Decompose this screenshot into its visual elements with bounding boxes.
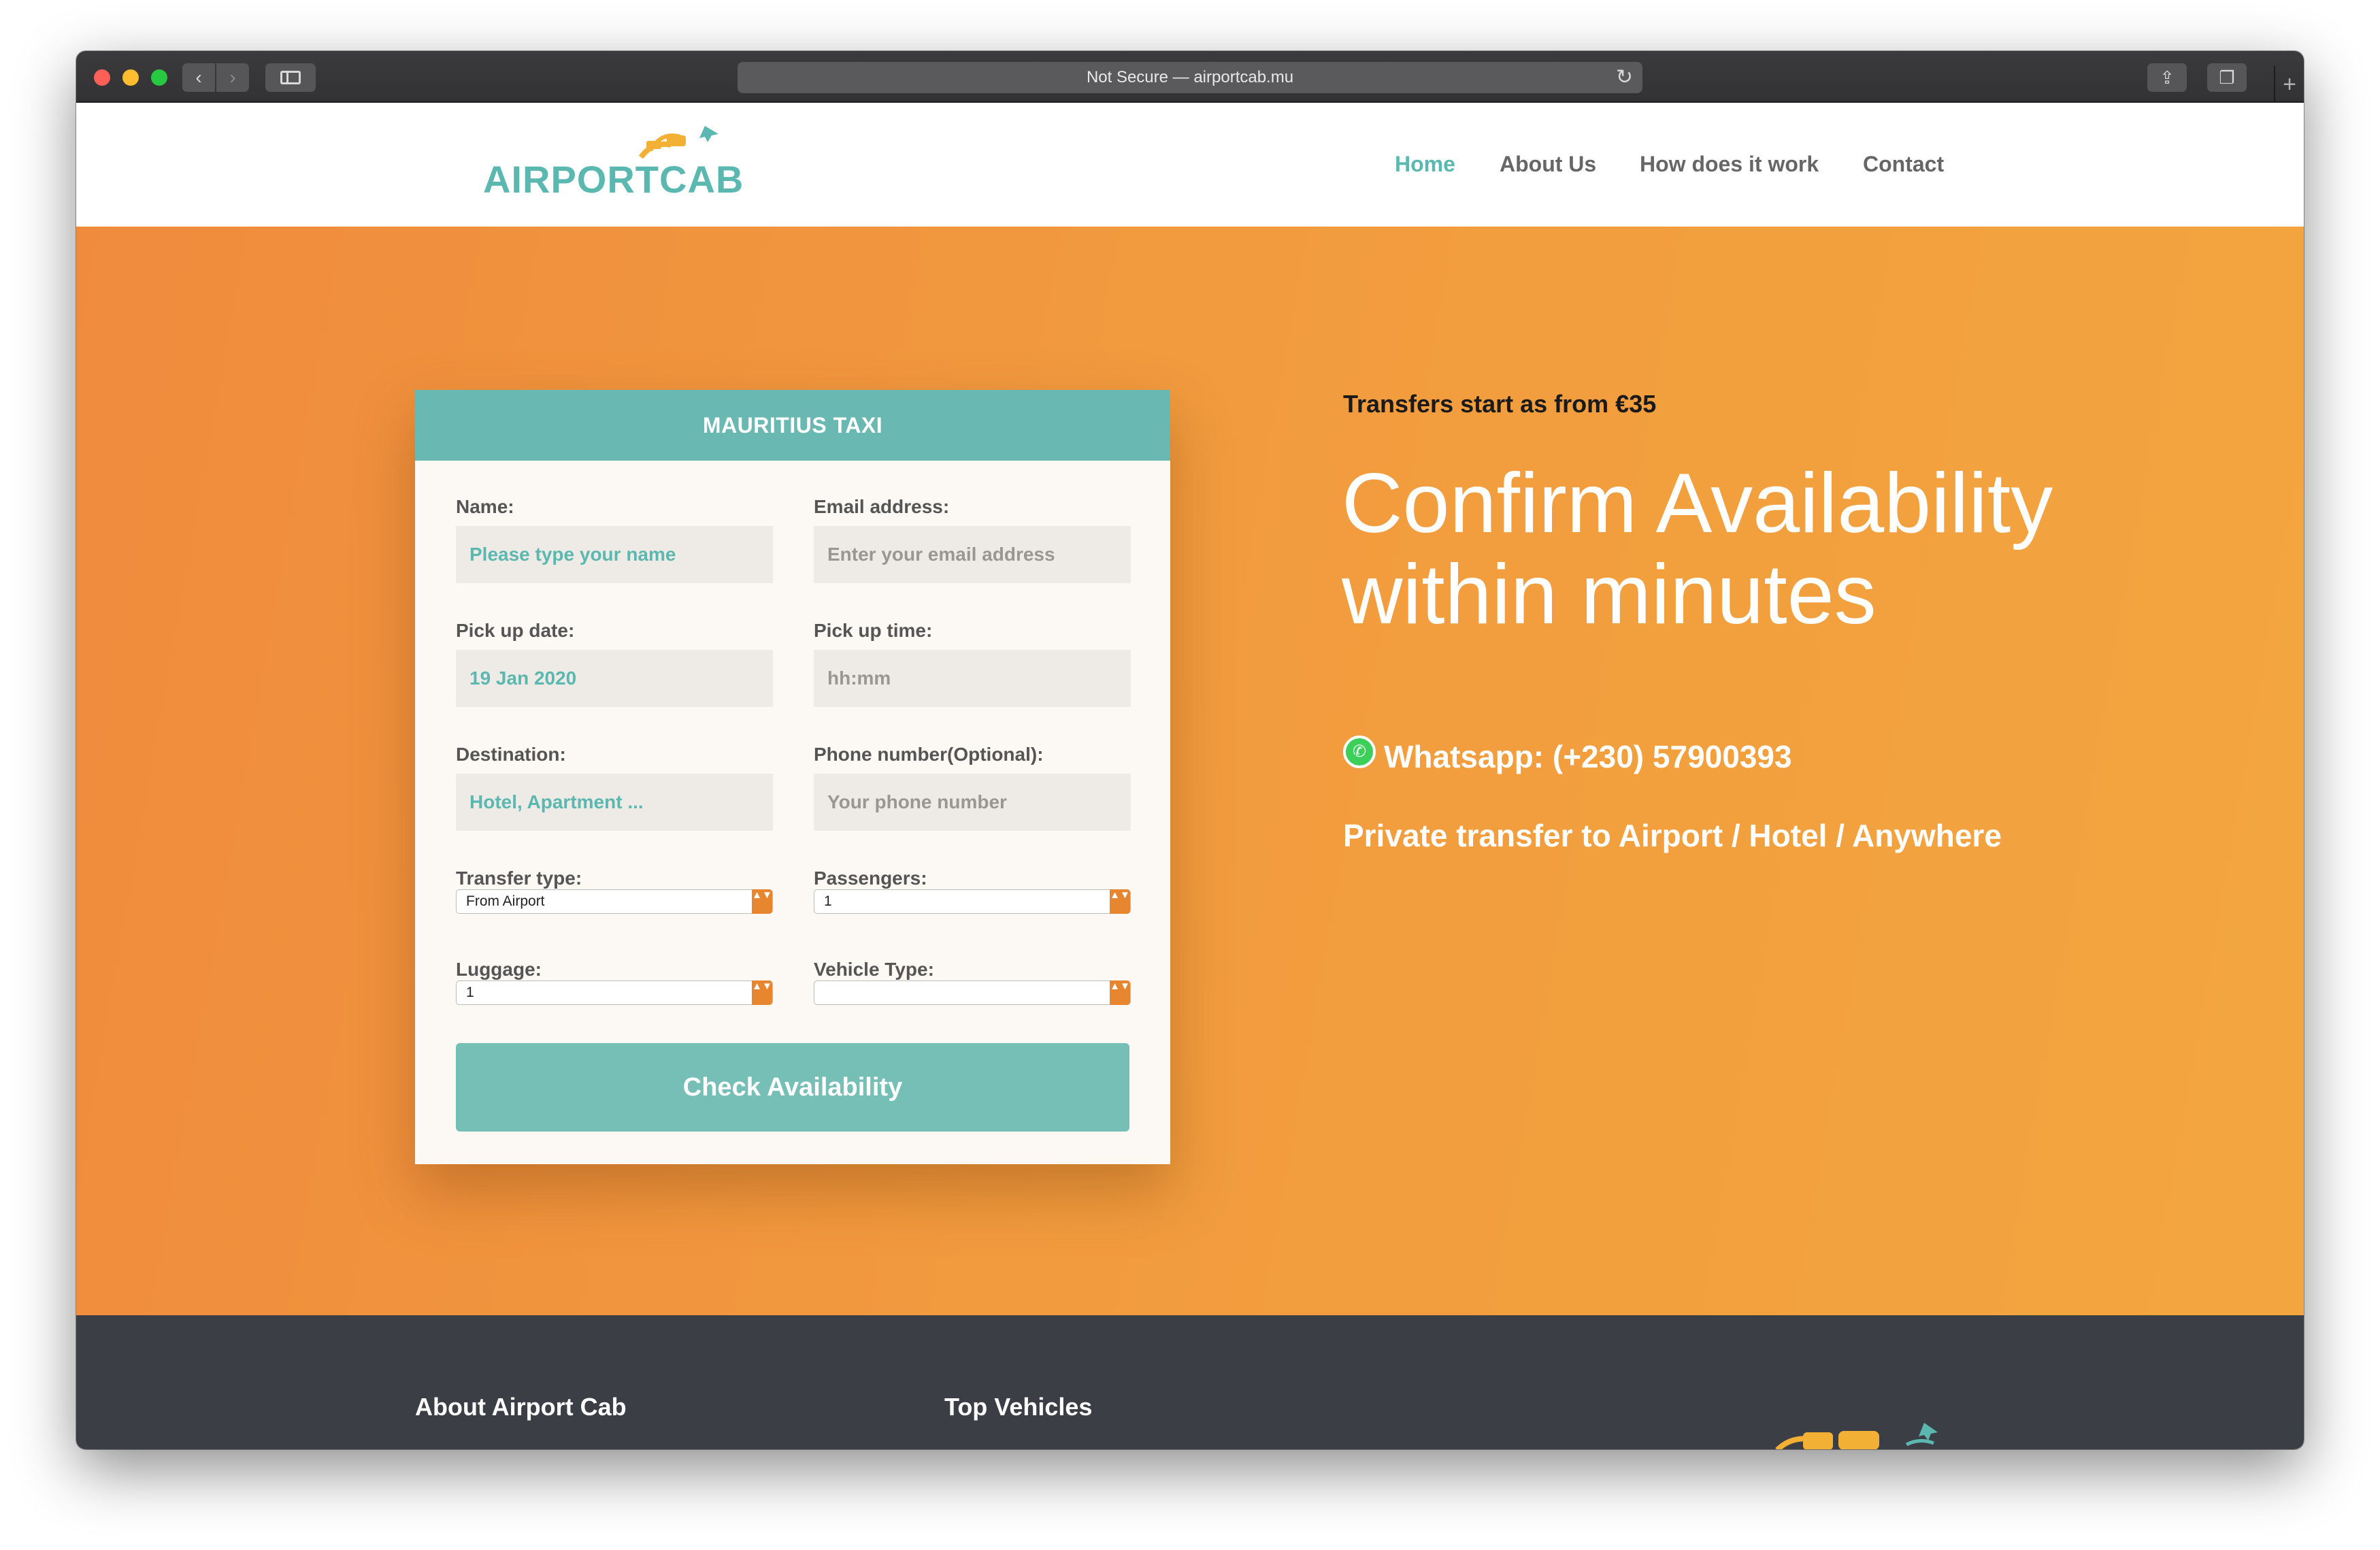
passengers-label: Passengers: xyxy=(814,868,927,889)
hero-tagline: Private transfer to Airport / Hotel / An… xyxy=(1343,818,2002,853)
transfer-type-label: Transfer type: xyxy=(456,868,582,889)
footer-logo-icon xyxy=(1775,1423,1938,1449)
price-promo: Transfers start as from €35 xyxy=(1343,390,1657,418)
close-window-button[interactable] xyxy=(94,69,110,86)
reload-icon[interactable]: ↻ xyxy=(1616,62,1633,93)
whatsapp-number: Whatsapp: (+230) 57900393 xyxy=(1384,739,1792,774)
site-logo[interactable]: AIRPORTCAB xyxy=(483,122,743,210)
url-text: Not Secure — airportcab.mu xyxy=(1086,68,1294,86)
pickup-date-label: Pick up date: xyxy=(456,620,575,641)
luggage-value: 1 xyxy=(466,985,474,1000)
sidebar-toggle-button[interactable] xyxy=(265,63,316,92)
passengers-value: 1 xyxy=(824,893,832,909)
pickup-time-label: Pick up time: xyxy=(814,620,933,641)
logo-wordmark: AIRPORTCAB xyxy=(483,158,744,201)
address-bar[interactable]: Not Secure — airportcab.mu ↻ xyxy=(738,62,1642,93)
web-page: AIRPORTCAB Home About Us How does it wor… xyxy=(76,104,2304,1449)
pickup-time-input[interactable] xyxy=(814,650,1131,707)
name-input[interactable] xyxy=(456,526,773,583)
site-footer: About Airport Cab Top Vehicles xyxy=(76,1315,2304,1449)
name-label: Name: xyxy=(456,496,514,517)
select-arrows-icon: ▲▼ xyxy=(1110,889,1130,914)
hero-section: MAURITIUS TAXI Name: Email address: Pick… xyxy=(76,227,2304,1315)
nav-how-it-works[interactable]: How does it work xyxy=(1640,152,1819,177)
show-tabs-button[interactable]: ❐ xyxy=(2207,63,2247,92)
passengers-select[interactable]: 1 ▲▼ xyxy=(814,889,1131,914)
whatsapp-icon: ✆ xyxy=(1343,736,1376,768)
new-tab-button[interactable]: + xyxy=(2274,66,2304,103)
email-label: Email address: xyxy=(814,496,950,517)
share-button[interactable]: ⇪ xyxy=(2147,63,2187,92)
back-button[interactable]: ‹ xyxy=(182,63,215,92)
luggage-label: Luggage: xyxy=(456,959,542,980)
browser-window: ‹ › Not Secure — airportcab.mu ↻ ⇪ ❐ + A… xyxy=(76,51,2304,1449)
destination-input[interactable] xyxy=(456,774,773,831)
hero-headline: Confirm Availability within minutes xyxy=(1342,457,2053,642)
select-arrows-icon: ▲▼ xyxy=(752,980,772,1005)
pickup-date-input[interactable] xyxy=(456,650,773,707)
vehicle-type-select[interactable]: ▲▼ xyxy=(814,980,1131,1005)
transfer-type-value: From Airport xyxy=(466,893,545,909)
phone-input[interactable] xyxy=(814,774,1131,831)
footer-about-heading: About Airport Cab xyxy=(415,1393,627,1421)
forward-button[interactable]: › xyxy=(216,63,249,92)
check-availability-button[interactable]: Check Availability xyxy=(456,1043,1129,1132)
booking-form: MAURITIUS TAXI Name: Email address: Pick… xyxy=(415,390,1170,1164)
form-title: MAURITIUS TAXI xyxy=(415,390,1170,461)
luggage-select[interactable]: 1 ▲▼ xyxy=(456,980,773,1005)
footer-vehicles-heading: Top Vehicles xyxy=(944,1393,1093,1421)
select-arrows-icon: ▲▼ xyxy=(1110,980,1130,1005)
nav-about-us[interactable]: About Us xyxy=(1500,152,1596,177)
minimize-window-button[interactable] xyxy=(122,69,139,86)
vehicle-type-label: Vehicle Type: xyxy=(814,959,934,980)
destination-label: Destination: xyxy=(456,744,566,765)
transfer-type-select[interactable]: From Airport ▲▼ xyxy=(456,889,773,914)
email-input[interactable] xyxy=(814,526,1131,583)
nav-contact[interactable]: Contact xyxy=(1863,152,1944,177)
site-header: AIRPORTCAB Home About Us How does it wor… xyxy=(76,104,2304,227)
sidebar-icon xyxy=(280,71,301,84)
select-arrows-icon: ▲▼ xyxy=(752,889,772,914)
nav-home[interactable]: Home xyxy=(1395,152,1455,177)
browser-titlebar: ‹ › Not Secure — airportcab.mu ↻ ⇪ ❐ + xyxy=(76,51,2304,103)
phone-label: Phone number(Optional): xyxy=(814,744,1044,765)
zoom-window-button[interactable] xyxy=(151,69,167,86)
